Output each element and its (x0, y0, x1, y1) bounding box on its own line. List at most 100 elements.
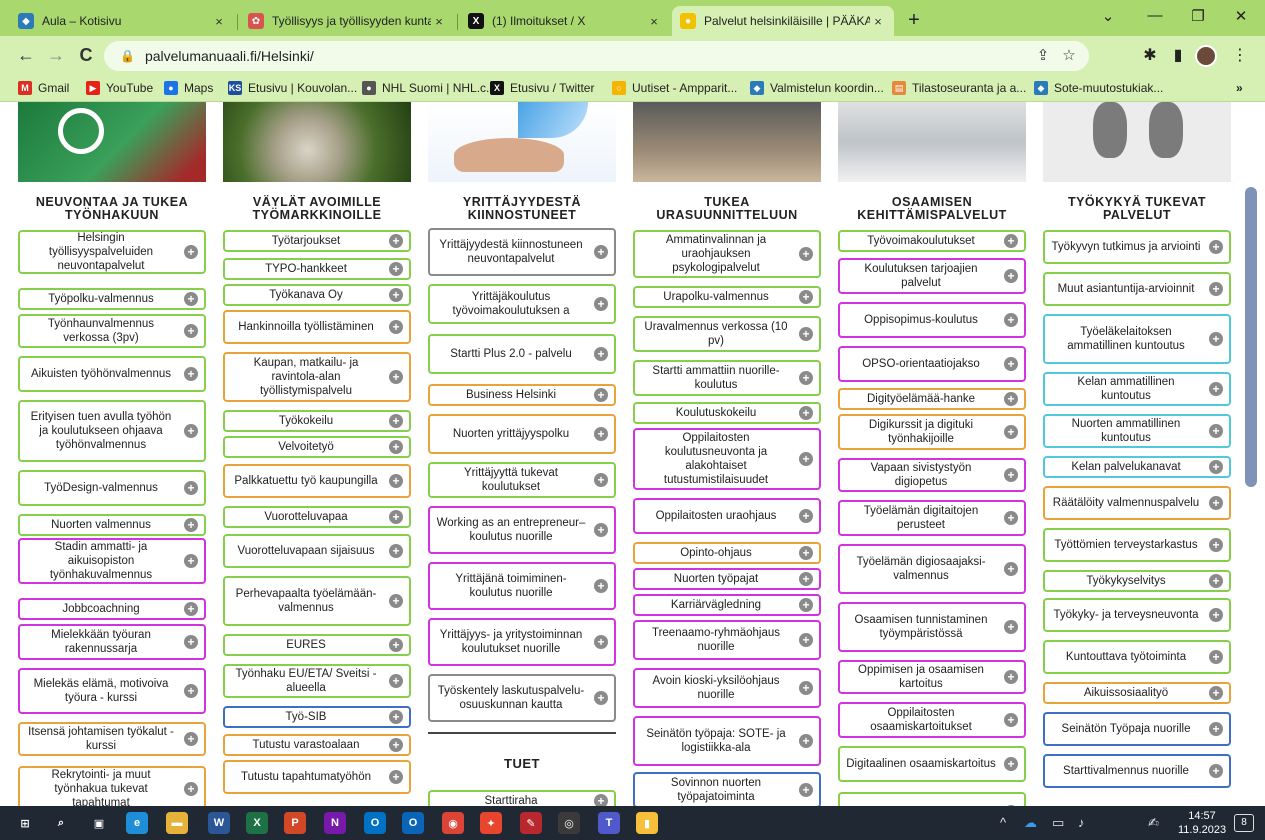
plus-icon[interactable]: + (389, 262, 403, 276)
service-item[interactable]: Nuorten valmennus + (18, 514, 206, 536)
plus-icon[interactable]: + (389, 370, 403, 384)
plus-icon[interactable]: + (594, 297, 608, 311)
plus-icon[interactable]: + (1209, 332, 1223, 346)
plus-icon[interactable]: + (1004, 468, 1018, 482)
service-item[interactable]: Yrittäjyys- ja yritystoiminnan koulutuks… (428, 618, 616, 666)
notification-icon[interactable]: 8 (1234, 814, 1254, 832)
service-item[interactable]: Oppilaitosten uraohjaus + (633, 498, 821, 534)
plus-icon[interactable]: + (389, 770, 403, 784)
service-item[interactable]: Työ-SIB + (223, 706, 411, 728)
clock[interactable]: 14:57 11.9.2023 (1178, 809, 1226, 837)
plus-icon[interactable]: + (1004, 562, 1018, 576)
plus-icon[interactable]: + (389, 234, 403, 248)
plus-icon[interactable]: + (1004, 392, 1018, 406)
onenote-icon[interactable]: N (324, 812, 346, 834)
onedrive-icon[interactable]: ☁ (1024, 815, 1037, 831)
service-item[interactable]: OPSO-orientaatiojakso + (838, 346, 1026, 382)
service-item[interactable]: Koulutuksen tarjoajien palvelut + (838, 258, 1026, 294)
plus-icon[interactable]: + (1209, 460, 1223, 474)
service-item[interactable]: Yrittäjäkoulutus työvoimakoulutuksen a + (428, 284, 616, 324)
service-item[interactable]: Työkanava Oy + (223, 284, 411, 306)
service-item[interactable]: Työskentely laskutuspalvelu- osuuskunnan… (428, 674, 616, 722)
service-item[interactable]: Oppisopimus-koulutus + (838, 302, 1026, 338)
plus-icon[interactable]: + (389, 710, 403, 724)
service-item[interactable]: Työnhaku EU/ETA/ Sveitsi -alueella + (223, 664, 411, 698)
new-tab-button[interactable]: + (902, 9, 926, 32)
service-item[interactable]: Yrittäjyyttä tukevat koulutukset + (428, 462, 616, 498)
plus-icon[interactable]: + (184, 732, 198, 746)
plus-icon[interactable]: + (799, 327, 813, 341)
plus-icon[interactable]: + (1004, 620, 1018, 634)
plus-icon[interactable]: + (799, 452, 813, 466)
plus-icon[interactable]: + (1209, 424, 1223, 438)
service-item[interactable]: Vuorotteluvapaa + (223, 506, 411, 528)
close-icon[interactable]: × (431, 14, 447, 29)
plus-icon[interactable]: + (1209, 574, 1223, 588)
tab-aula[interactable]: ◆ Aula – Kotisivu × (10, 6, 235, 36)
plus-icon[interactable]: + (799, 247, 813, 261)
tab-x[interactable]: X (1) Ilmoitukset / X × (460, 6, 670, 36)
bookmark-valmistelu[interactable]: ◆ Valmistelun koordin... (750, 81, 884, 95)
minimize-button[interactable]: — (1140, 7, 1170, 24)
plus-icon[interactable]: + (389, 320, 403, 334)
plus-icon[interactable]: + (1004, 425, 1018, 439)
bookmark-maps[interactable]: ● Maps (164, 81, 213, 95)
service-item[interactable]: Karriärvägledning + (633, 594, 821, 616)
plus-icon[interactable]: + (799, 371, 813, 385)
plus-icon[interactable]: + (1209, 382, 1223, 396)
bookmark-kouvola[interactable]: KS Etusivu | Kouvolan... (228, 81, 357, 95)
service-item[interactable]: Jobbcoachning + (18, 598, 206, 620)
plus-icon[interactable]: + (1209, 650, 1223, 664)
outlook-new-icon[interactable]: O (402, 812, 424, 834)
plus-icon[interactable]: + (594, 794, 608, 806)
close-icon[interactable]: × (646, 14, 662, 29)
plus-icon[interactable]: + (184, 635, 198, 649)
bookmark-sote[interactable]: ◆ Sote-muutostukiak... (1034, 81, 1163, 95)
powerpoint-icon[interactable]: P (284, 812, 306, 834)
service-item[interactable]: Aikuisten työhönvalmennus + (18, 356, 206, 392)
service-item[interactable]: Nuorten työpajat + (633, 568, 821, 590)
service-item[interactable]: Nuorten ammatillinen kuntoutus + (1043, 414, 1231, 448)
plus-icon[interactable]: + (184, 424, 198, 438)
plus-icon[interactable]: + (389, 288, 403, 302)
browser-icon[interactable]: ◎ (558, 812, 580, 834)
service-item[interactable]: Työttömien terveystarkastus + (1043, 528, 1231, 562)
service-item[interactable]: Työelämän digitaitojen perusteet + (838, 500, 1026, 536)
plus-icon[interactable]: + (1209, 764, 1223, 778)
plus-icon[interactable]: + (594, 691, 608, 705)
plus-icon[interactable]: + (389, 638, 403, 652)
service-item[interactable]: Oppimisen ja osaamisen kartoitus + (838, 660, 1026, 694)
tab-tyollisyys[interactable]: ✿ Työllisyys ja työllisyyden kuntakok × (240, 6, 455, 36)
edge-icon[interactable]: e (126, 812, 148, 834)
service-item[interactable]: Helsingin työllisyyspalveluiden neuvonta… (18, 230, 206, 274)
avatar[interactable] (1195, 45, 1217, 67)
plus-icon[interactable]: + (594, 347, 608, 361)
service-item[interactable]: Startti ammattiin nuorille-koulutus + (633, 360, 821, 396)
service-item[interactable]: Kuntouttava työtoiminta + (1043, 640, 1231, 674)
service-item[interactable]: Kelan ammatillinen kuntoutus + (1043, 372, 1231, 406)
plus-icon[interactable]: + (799, 406, 813, 420)
service-item[interactable]: Rekrytointi- ja muut työnhakua tukevat t… (18, 766, 206, 806)
service-item[interactable]: Oppilaitosten osaamiskartoitukset + (838, 702, 1026, 738)
service-item[interactable]: Starttiraha + (428, 790, 616, 806)
plus-icon[interactable]: + (1004, 713, 1018, 727)
back-button[interactable]: ← (14, 45, 38, 66)
service-item[interactable]: Tutustu varastoalaan + (223, 734, 411, 756)
service-item[interactable]: Työeläkelaitoksen ammatillinen kuntoutus… (1043, 314, 1231, 364)
lock-icon[interactable]: 🔒 (120, 49, 135, 63)
forward-button[interactable]: → (44, 45, 68, 66)
maximize-button[interactable]: ❐ (1183, 7, 1213, 25)
scrollbar-thumb[interactable] (1245, 187, 1257, 487)
plus-icon[interactable]: + (389, 440, 403, 454)
plus-icon[interactable]: + (1004, 511, 1018, 525)
service-item[interactable]: Aikuissosiaalityö + (1043, 682, 1231, 704)
service-item[interactable]: Työvoimakoulutukset + (838, 230, 1026, 252)
service-item[interactable]: Hankinnoilla työllistäminen + (223, 310, 411, 344)
search-icon[interactable]: ⌕ (50, 812, 72, 834)
service-item[interactable]: Kaupan, matkailu- ja ravintola-alan työl… (223, 352, 411, 402)
plus-icon[interactable]: + (389, 414, 403, 428)
plus-icon[interactable]: + (594, 635, 608, 649)
service-item[interactable]: Digityöelämää-hanke + (838, 388, 1026, 410)
start-icon[interactable]: ⊞ (14, 812, 36, 834)
plus-icon[interactable]: + (1004, 357, 1018, 371)
